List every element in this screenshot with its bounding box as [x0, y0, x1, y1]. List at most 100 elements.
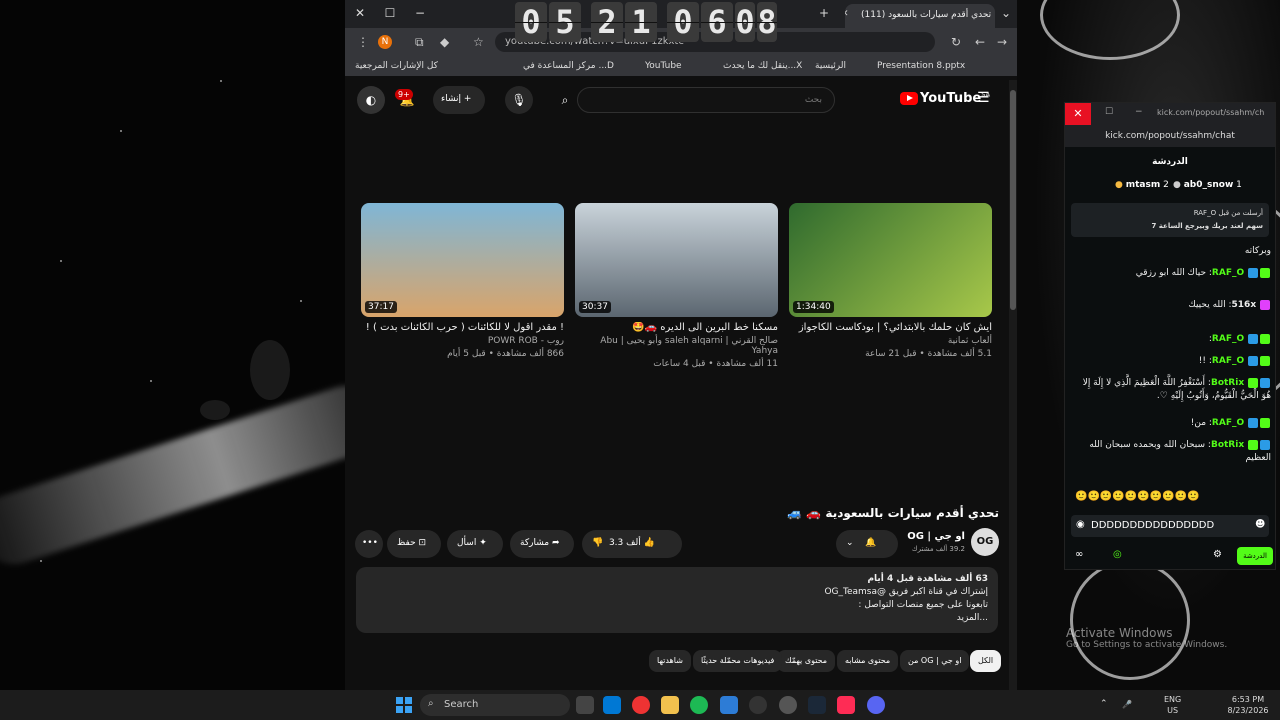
like-dislike-button[interactable]: 👎 3.3 ألف 👍 — [582, 530, 682, 558]
hamburger-menu-icon[interactable]: ☰ — [977, 90, 990, 106]
related-chips: الكل من OG | او جي محتوى مشابه محتوى يهم… — [345, 650, 1002, 672]
extension-icon[interactable]: ◆ — [440, 35, 449, 49]
tiktok-icon[interactable] — [837, 696, 855, 714]
video-channel[interactable]: روب - POWR ROB — [361, 336, 564, 346]
chrome-icon[interactable] — [632, 696, 650, 714]
profile-avatar[interactable]: N — [378, 35, 392, 49]
popup-title: kick.com/popout/ssahm/ch — [1157, 108, 1265, 117]
video-description[interactable]: 63 ألف مشاهدة قبل 4 أيام إشتراك في قناة … — [356, 567, 998, 633]
video-card[interactable]: 37:17 ! مقدر اقول لا للكائنات ( حرب الكا… — [361, 203, 564, 359]
page-scrollbar[interactable] — [1009, 80, 1017, 690]
bookmark-x[interactable]: ينقل لك ما يحدث...X — [723, 61, 802, 71]
chip-related[interactable]: محتوى مشابه — [837, 650, 899, 672]
video-thumbnail[interactable]: 37:17 — [361, 203, 564, 317]
more-actions-icon[interactable]: ••• — [355, 530, 383, 558]
plus-icon: + — [463, 94, 472, 104]
subscribe-bell-button[interactable]: ⌄ 🔔 — [836, 530, 898, 558]
reload-icon[interactable]: ↻ — [951, 35, 961, 49]
sparkle-icon: ✦ — [479, 538, 487, 548]
bookmark-home[interactable]: الرئيسية — [815, 61, 846, 71]
bookmark-help-center[interactable]: مركز المساعدة في ...D — [523, 61, 614, 71]
settings-icon[interactable] — [779, 696, 797, 714]
send-chat-button[interactable]: الدردشة — [1237, 547, 1273, 565]
bookmark-star-icon[interactable]: ☆ — [473, 35, 484, 49]
tab-search-icon[interactable]: ⌄ — [997, 6, 1015, 20]
video-card[interactable]: 1:34:40 أيش كان حلمك بالابتدائي؟ | بودكا… — [789, 203, 992, 359]
video-title[interactable]: أيش كان حلمك بالابتدائي؟ | بودكاست الكاج… — [789, 322, 992, 333]
forward-icon[interactable]: → — [997, 35, 1007, 49]
emote-row[interactable]: 🙂🙂🙂🙂🙂🙂🙂🙂🙂🙂 — [1075, 491, 1200, 502]
video-meta: 5.1 ألف مشاهدة • قبل 21 ساعة — [865, 349, 992, 359]
chat-input[interactable]: DDDDDDDDDDDDDDDD ◉ ☻ — [1071, 515, 1269, 537]
popup-url: kick.com/popout/ssahm/chat — [1065, 125, 1275, 147]
tray-chevron-icon[interactable]: ⌃ — [1100, 699, 1108, 710]
bookmark-presentation[interactable]: Presentation 8.pptx — [877, 61, 965, 71]
language-indicator[interactable]: ENG US — [1164, 694, 1181, 716]
chip-watched[interactable]: شاهدتها — [649, 650, 691, 672]
clock-digit: 8 — [757, 2, 777, 42]
kick-logo-icon[interactable]: ◎ — [1113, 549, 1122, 560]
maximize-icon[interactable]: ☐ — [381, 6, 399, 20]
search-input[interactable]: بحث — [577, 87, 835, 113]
app-icon[interactable] — [749, 696, 767, 714]
new-tab-icon[interactable]: + — [815, 6, 833, 20]
store-icon[interactable] — [603, 696, 621, 714]
bookmarks-bar: كل الإشارات المرجعية مركز المساعدة في ..… — [345, 56, 1017, 76]
video-title[interactable]: مسكنا خط البرين الى الديره 🚗🤩 — [575, 322, 778, 333]
clock-tray[interactable]: 6:53 PM 8/23/2026 — [1222, 694, 1274, 716]
popup-minimize-icon[interactable]: − — [1135, 107, 1143, 117]
video-meta: 866 ألف مشاهدة • قبل 5 أيام — [447, 349, 564, 359]
mic-icon[interactable]: 🎤 — [1122, 699, 1132, 710]
description-more-link[interactable]: ...المزيد — [366, 612, 988, 625]
edge-icon[interactable] — [690, 696, 708, 714]
back-icon[interactable]: ← — [975, 35, 985, 49]
bell-icon: 🔔 — [865, 538, 877, 548]
ask-button[interactable]: اسأل ✦ — [447, 530, 503, 558]
popup-maximize-icon[interactable]: ☐ — [1105, 107, 1113, 117]
close-tab-icon[interactable]: ✕ — [845, 9, 849, 19]
close-window-icon[interactable]: ✕ — [351, 6, 369, 20]
top-user-ab0-snow[interactable]: ● ab0_snow 1 — [1173, 180, 1242, 190]
mail-icon[interactable] — [720, 696, 738, 714]
taskbar-search[interactable]: ⌕ Search — [420, 694, 570, 716]
steam-icon[interactable] — [808, 696, 826, 714]
file-explorer-icon[interactable] — [661, 696, 679, 714]
video-card[interactable]: 30:37 مسكنا خط البرين الى الديره 🚗🤩 صالح… — [575, 203, 778, 369]
video-channel[interactable]: ألعاب ثمانية — [789, 336, 992, 346]
share-button[interactable]: مشاركة ➦ — [510, 530, 574, 558]
scrollbar-thumb[interactable] — [1010, 90, 1016, 310]
tab-youtube[interactable]: ✕ (111) تحدي أقدم سيارات بالسعود — [845, 4, 995, 28]
task-view-icon[interactable] — [576, 696, 594, 714]
discord-icon[interactable] — [867, 696, 885, 714]
link-icon[interactable]: ∞ — [1075, 549, 1083, 560]
like-icon: 👍 — [643, 538, 655, 548]
chip-all[interactable]: الكل — [970, 650, 1002, 672]
clock-digit: 2 — [591, 2, 623, 42]
video-thumbnail[interactable]: 30:37 — [575, 203, 778, 317]
menu-dots-icon[interactable]: ⋮ — [357, 35, 369, 49]
chat-message: BotRix: أَسْتَغْفِرُ اللَّهَ الْعَظِيمَ … — [1082, 377, 1271, 401]
settings-gear-icon[interactable]: ⚙ — [1213, 549, 1222, 560]
chip-from-channel[interactable]: من OG | او جي — [900, 650, 970, 672]
voice-search-icon[interactable]: 🎙 — [505, 86, 533, 114]
video-duration: 30:37 — [579, 301, 611, 313]
account-avatar[interactable]: ◐ — [357, 86, 385, 114]
create-button[interactable]: إنشاء + — [433, 86, 485, 114]
top-gifters: ● mtasm 2 ● ab0_snow 1 — [1065, 177, 1275, 195]
minimize-icon[interactable]: − — [411, 6, 429, 20]
start-button[interactable] — [396, 697, 412, 713]
video-title[interactable]: ! مقدر اقول لا للكائنات ( حرب الكائنات ب… — [361, 322, 564, 333]
bookmark-youtube[interactable]: YouTube — [645, 61, 682, 71]
chip-for-you[interactable]: محتوى يهمّك — [777, 650, 836, 672]
top-user-mtasm[interactable]: ● mtasm 2 — [1115, 180, 1169, 190]
video-actions: ⌄ 🔔 👎 3.3 ألف 👍 مشاركة ➦ اسأل ✦ حفظ ⊡ ••… — [355, 530, 1000, 558]
save-button[interactable]: حفظ ⊡ — [387, 530, 441, 558]
video-channel[interactable]: صالح القرني | saleh alqarni وأبو يحيى | … — [575, 336, 778, 356]
search-icon[interactable]: ⌕ — [551, 86, 579, 114]
chip-recent-uploads[interactable]: فيديوهات محمّلة حديثًا — [693, 650, 783, 672]
extensions-icon[interactable]: ⧉ — [415, 35, 424, 50]
emoji-icon[interactable]: ☻ — [1255, 519, 1265, 530]
video-thumbnail[interactable]: 1:34:40 — [789, 203, 992, 317]
bookmark-all[interactable]: كل الإشارات المرجعية — [355, 61, 438, 71]
popup-close-icon[interactable]: ✕ — [1065, 103, 1091, 125]
